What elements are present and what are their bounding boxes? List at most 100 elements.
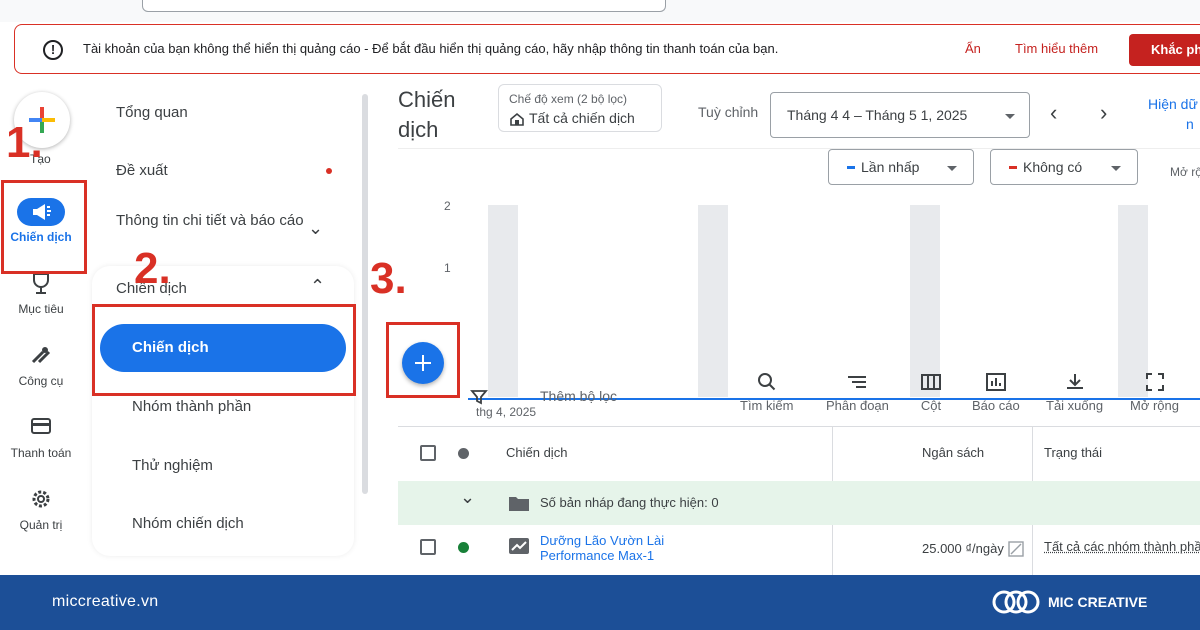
- dropdown-caret-icon: [1005, 114, 1015, 119]
- rail-item-label: Công cụ: [18, 374, 64, 388]
- status-value: Tất cả các nhóm thành phầ: [1044, 539, 1200, 554]
- step1-number: 1.: [6, 118, 43, 167]
- show-data-link[interactable]: Hiện dữ: [1148, 96, 1198, 112]
- folder-icon: [509, 497, 529, 511]
- alert-fix-button[interactable]: Khắc phục: [1129, 34, 1200, 66]
- segment-icon: [848, 376, 867, 388]
- chevron-down-icon[interactable]: ⌄: [308, 218, 323, 239]
- billing-alert-banner: ! Tài khoản của bạn không thể hiển thị q…: [14, 24, 1200, 74]
- y-tick-label: 1: [444, 261, 451, 275]
- brand-footer: miccreative.vn MIC CREATIVE: [0, 575, 1200, 630]
- chevron-right-icon[interactable]: ›: [1100, 100, 1107, 126]
- gear-icon: [17, 486, 65, 514]
- date-range-value: Tháng 4 4 – Tháng 5 1, 2025: [787, 107, 968, 123]
- metric2-selector[interactable]: Không có: [990, 149, 1138, 185]
- edit-budget-icon[interactable]: [1008, 541, 1024, 557]
- rail-item-goals[interactable]: Mục tiêu: [0, 270, 82, 316]
- row-checkbox[interactable]: [420, 539, 436, 555]
- nav-item-experiments[interactable]: Thử nghiệm: [132, 457, 213, 474]
- campaign-name-link[interactable]: Dưỡng Lão Vườn Lài Performance Max-1: [540, 533, 664, 563]
- chevron-down-icon[interactable]: ⌄: [460, 487, 475, 508]
- page-title: Chiến dịch: [398, 87, 456, 142]
- step3-highlight-box: [386, 322, 460, 398]
- metric1-label: Lần nhấp: [861, 159, 920, 175]
- tool-label: Tìm kiếm: [740, 398, 794, 413]
- main-content: Chiến dịch Chế độ xem (2 bộ lọc) Tất cả …: [378, 80, 1200, 577]
- nav-item-recommendations[interactable]: Đề xuất: [116, 162, 168, 179]
- column-header-budget[interactable]: Ngân sách: [922, 445, 984, 460]
- rail-item-label: Thanh toán: [10, 446, 72, 460]
- tool-download[interactable]: Tải xuống: [1046, 372, 1103, 413]
- columns-icon: [921, 374, 941, 390]
- alert-hide-link[interactable]: Ẩn: [965, 41, 981, 56]
- footer-website: miccreative.vn: [52, 593, 159, 610]
- step2-number: 2.: [134, 244, 171, 293]
- metric1-color-swatch: [847, 166, 855, 169]
- step1-highlight-box: [1, 180, 87, 274]
- tool-expand[interactable]: Mở rộng: [1130, 372, 1179, 413]
- budget-value: 25.000 ₫/ngày: [922, 541, 1004, 556]
- nav-item-asset-groups[interactable]: Nhóm thành phần: [132, 398, 251, 415]
- tool-columns[interactable]: Cột: [920, 372, 942, 413]
- nav-item-campaign-groups[interactable]: Nhóm chiến dịch: [132, 515, 244, 532]
- select-all-checkbox[interactable]: [420, 445, 436, 461]
- dropdown-caret-icon: [1111, 166, 1121, 171]
- metric2-color-swatch: [1009, 166, 1017, 169]
- tool-label: Phân đoạn: [826, 398, 889, 413]
- dropdown-caret-icon: [947, 166, 957, 171]
- download-icon: [1066, 374, 1083, 389]
- filter-icon[interactable]: [470, 388, 488, 406]
- expand-chart-link[interactable]: Mở rộ: [1170, 165, 1200, 179]
- report-icon: [985, 373, 1006, 391]
- view-mode-label: Chế độ xem (2 bộ lọc): [509, 92, 628, 106]
- performance-max-icon: [509, 538, 529, 554]
- drafts-count: Số bản nháp đang thực hiện: 0: [540, 495, 719, 510]
- campaign-name-line2: Performance Max-1: [540, 548, 655, 563]
- nav-item-overview[interactable]: Tổng quan: [116, 104, 188, 121]
- tools-icon: [17, 342, 65, 370]
- credit-card-icon: [17, 414, 65, 442]
- column-header-campaign[interactable]: Chiến dịch: [506, 445, 567, 460]
- alert-message: Tài khoản của bạn không thể hiển thị quả…: [83, 41, 779, 56]
- status-dot-header: [458, 448, 469, 459]
- top-search-field[interactable]: [142, 0, 666, 12]
- tool-label: Báo cáo: [972, 398, 1020, 413]
- footer-brand-name: MIC CREATIVE: [1048, 594, 1148, 610]
- tool-reports[interactable]: Báo cáo: [972, 372, 1020, 413]
- date-range-selector[interactable]: Tháng 4 4 – Tháng 5 1, 2025: [770, 92, 1030, 138]
- table-toolbar: Thêm bộ lọc Tìm kiếm Phân đoạn Cột Báo c…: [398, 368, 1200, 426]
- alert-learn-more-link[interactable]: Tìm hiểu thêm: [1015, 41, 1098, 56]
- tool-label: Mở rộng: [1130, 398, 1179, 413]
- nav-scrollbar[interactable]: [362, 94, 368, 494]
- rail-item-label: Quản trị: [19, 518, 63, 532]
- tool-segment[interactable]: Phân đoạn: [826, 372, 889, 413]
- tool-search[interactable]: Tìm kiếm: [740, 372, 793, 413]
- rail-item-tools[interactable]: Công cụ: [0, 342, 82, 388]
- nav-item-insights[interactable]: Thông tin chi tiết và báo cáo: [116, 210, 306, 232]
- rail-item-billing[interactable]: Thanh toán: [0, 414, 82, 460]
- step2-highlight-box: [92, 304, 356, 396]
- column-header-status[interactable]: Trạng thái: [1044, 445, 1102, 460]
- drafts-row[interactable]: ⌄ Số bản nháp đang thực hiện: 0: [398, 481, 1200, 525]
- search-icon: [757, 373, 775, 391]
- alert-icon: !: [43, 40, 63, 60]
- y-tick-label: 2: [444, 199, 451, 213]
- home-icon: [510, 112, 524, 126]
- chevron-left-icon[interactable]: ‹: [1050, 100, 1057, 126]
- add-filter-button[interactable]: Thêm bộ lọc: [540, 388, 617, 404]
- custom-range-label: Tuỳ chỉnh: [698, 104, 759, 120]
- tool-label: Tải xuống: [1046, 398, 1104, 413]
- trophy-icon: [17, 270, 65, 298]
- mic-creative-logo-icon: [992, 590, 1040, 614]
- status-dot-enabled: [458, 542, 469, 553]
- show-data-link-cont[interactable]: n: [1186, 116, 1194, 132]
- rail-item-label: Mục tiêu: [18, 302, 64, 316]
- rail-item-admin[interactable]: Quản trị: [0, 486, 82, 532]
- tool-label: Cột: [920, 398, 942, 413]
- metric1-selector[interactable]: Lần nhấp: [828, 149, 974, 185]
- chevron-up-icon[interactable]: ⌃: [310, 276, 325, 297]
- view-mode-selector[interactable]: Chế độ xem (2 bộ lọc) Tất cả chiến dịch: [498, 84, 662, 132]
- performance-chart: Lần nhấp Không có Mở rộ 2 1 thg 4, 2025: [398, 148, 1200, 419]
- campaigns-table: Chiến dịch Ngân sách Trạng thái ⌄ Số bản…: [398, 426, 1200, 577]
- notification-dot: [326, 168, 332, 174]
